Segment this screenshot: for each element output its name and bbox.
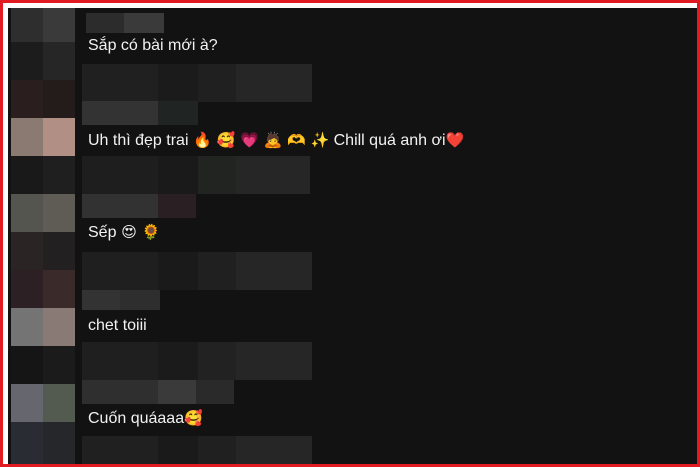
username-blurred — [82, 101, 198, 125]
avatar-blurred — [11, 42, 75, 80]
comment-text: chet toiii — [88, 317, 147, 334]
avatar-blurred — [11, 308, 75, 346]
avatar-blurred — [11, 156, 75, 194]
avatar-blurred — [11, 384, 75, 422]
emoji-group: 😍 🌻 — [116, 223, 161, 241]
action-bar-blurred — [82, 156, 310, 194]
action-bar-blurred — [82, 64, 312, 102]
avatar-blurred — [11, 346, 75, 384]
action-bar-blurred — [82, 252, 312, 290]
action-bar-blurred — [82, 436, 312, 464]
comment-text: Sắp có bài mới à? — [88, 37, 218, 54]
comment-text-main: Cuốn quáaaa — [88, 410, 185, 427]
action-bar-blurred — [82, 342, 312, 380]
avatar-blurred — [11, 194, 75, 232]
avatar-blurred — [11, 8, 75, 42]
emoji-group: 🔥 🥰 💗 🙇 🫶 ✨ — [188, 131, 330, 149]
username-blurred — [82, 194, 196, 218]
avatar-blurred — [11, 118, 75, 156]
username-blurred — [82, 380, 234, 404]
avatar-blurred — [11, 80, 75, 118]
avatar-blurred — [11, 422, 75, 464]
comment-text: Cuốn quáaaa🥰 — [88, 408, 203, 429]
emoji-icon: 🥰 — [184, 409, 203, 427]
heart-icon: ❤️ — [445, 131, 465, 149]
comment-text-main: Sếp — [88, 224, 117, 241]
image-frame: Sắp có bài mới à? Uh thì đẹp trai 🔥 🥰 💗 … — [0, 0, 700, 467]
username-blurred — [82, 290, 160, 310]
avatar-blurred — [11, 270, 75, 308]
comment-text: Uh thì đẹp trai 🔥 🥰 💗 🙇 🫶 ✨ Chill quá an… — [88, 130, 464, 151]
avatar-blurred — [11, 232, 75, 270]
comment-text: Sếp 😍 🌻 — [88, 222, 160, 243]
comment-text-tail: Chill quá anh ơi — [329, 132, 446, 149]
username-blurred — [86, 13, 164, 33]
comment-text-main: Uh thì đẹp trai — [88, 132, 189, 149]
comment-feed: Sắp có bài mới à? Uh thì đẹp trai 🔥 🥰 💗 … — [8, 8, 697, 464]
